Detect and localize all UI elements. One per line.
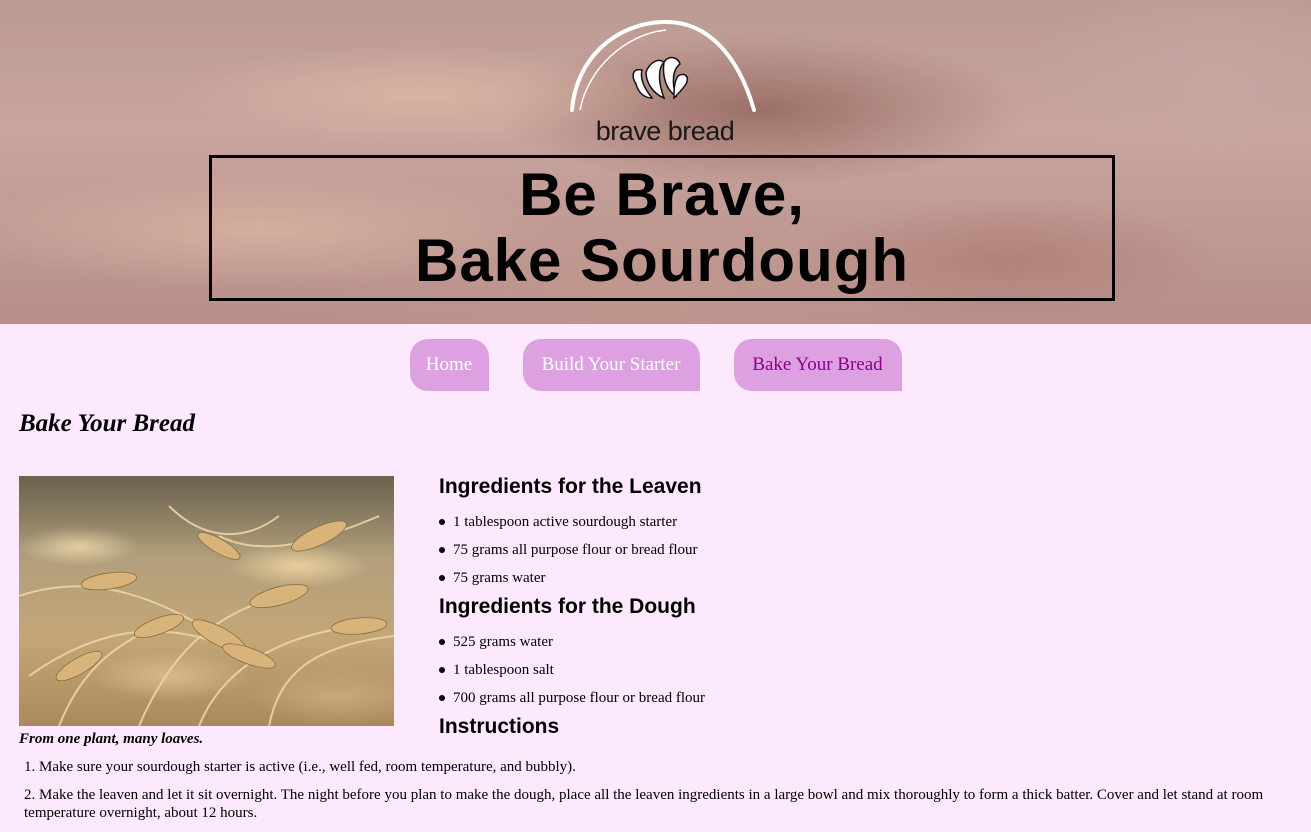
step-number: 1. (24, 759, 36, 775)
nav-home[interactable]: Home (409, 339, 489, 391)
bread-loaf-icon (570, 19, 756, 112)
list-item: 700 grams all purpose flour or bread flo… (439, 684, 1299, 712)
list-item: 75 grams water (439, 564, 1299, 592)
instruction-step: 1. Make sure your sourdough starter is a… (24, 758, 1299, 776)
figure-caption: From one plant, many loaves. (19, 731, 204, 747)
wheat-figure: From one plant, many loaves. (18, 476, 395, 748)
page-title: Bake Your Bread (19, 410, 195, 437)
leaven-heading: Ingredients for the Leaven (439, 475, 702, 498)
main-nav: Home Build Your Starter Bake Your Bread (0, 339, 1311, 391)
instructions-heading: Instructions (439, 715, 560, 738)
wheat-image (18, 476, 395, 727)
brand-name: brave bread (595, 116, 735, 146)
headline-line-2: Bake Sourdough (414, 227, 910, 294)
list-item: 75 grams all purpose flour or bread flou… (439, 536, 1299, 564)
nav-build-your-starter[interactable]: Build Your Starter (522, 339, 700, 391)
headline-line-1: Be Brave, (519, 161, 805, 228)
recipe-content: Ingredients for the Leaven 1 tablespoon … (439, 474, 1299, 740)
dough-list: 525 grams water 1 tablespoon salt 700 gr… (439, 628, 1299, 712)
wheat-stalks-illustration (18, 505, 395, 727)
step-text: Make the leaven and let it sit overnight… (24, 787, 1264, 821)
brand-logo[interactable]: brave bread (566, 18, 758, 148)
instruction-step: 2. Make the leaven and let it sit overni… (24, 786, 1299, 822)
hero-headline-box: Be Brave, Bake Sourdough (209, 155, 1115, 301)
leaven-list: 1 tablespoon active sourdough starter 75… (439, 508, 1299, 592)
step-number: 2. (24, 787, 36, 803)
instructions-list: 1. Make sure your sourdough starter is a… (24, 758, 1299, 832)
hero-banner: brave bread Be Brave, Bake Sourdough (0, 0, 1311, 324)
list-item: 1 tablespoon active sourdough starter (439, 508, 1299, 536)
dough-heading: Ingredients for the Dough (439, 595, 696, 618)
hero-headline: Be Brave, Bake Sourdough (415, 162, 909, 294)
step-text: Make sure your sourdough starter is acti… (39, 759, 576, 775)
list-item: 525 grams water (439, 628, 1299, 656)
list-item: 1 tablespoon salt (439, 656, 1299, 684)
nav-bake-your-bread[interactable]: Bake Your Bread (733, 339, 902, 391)
